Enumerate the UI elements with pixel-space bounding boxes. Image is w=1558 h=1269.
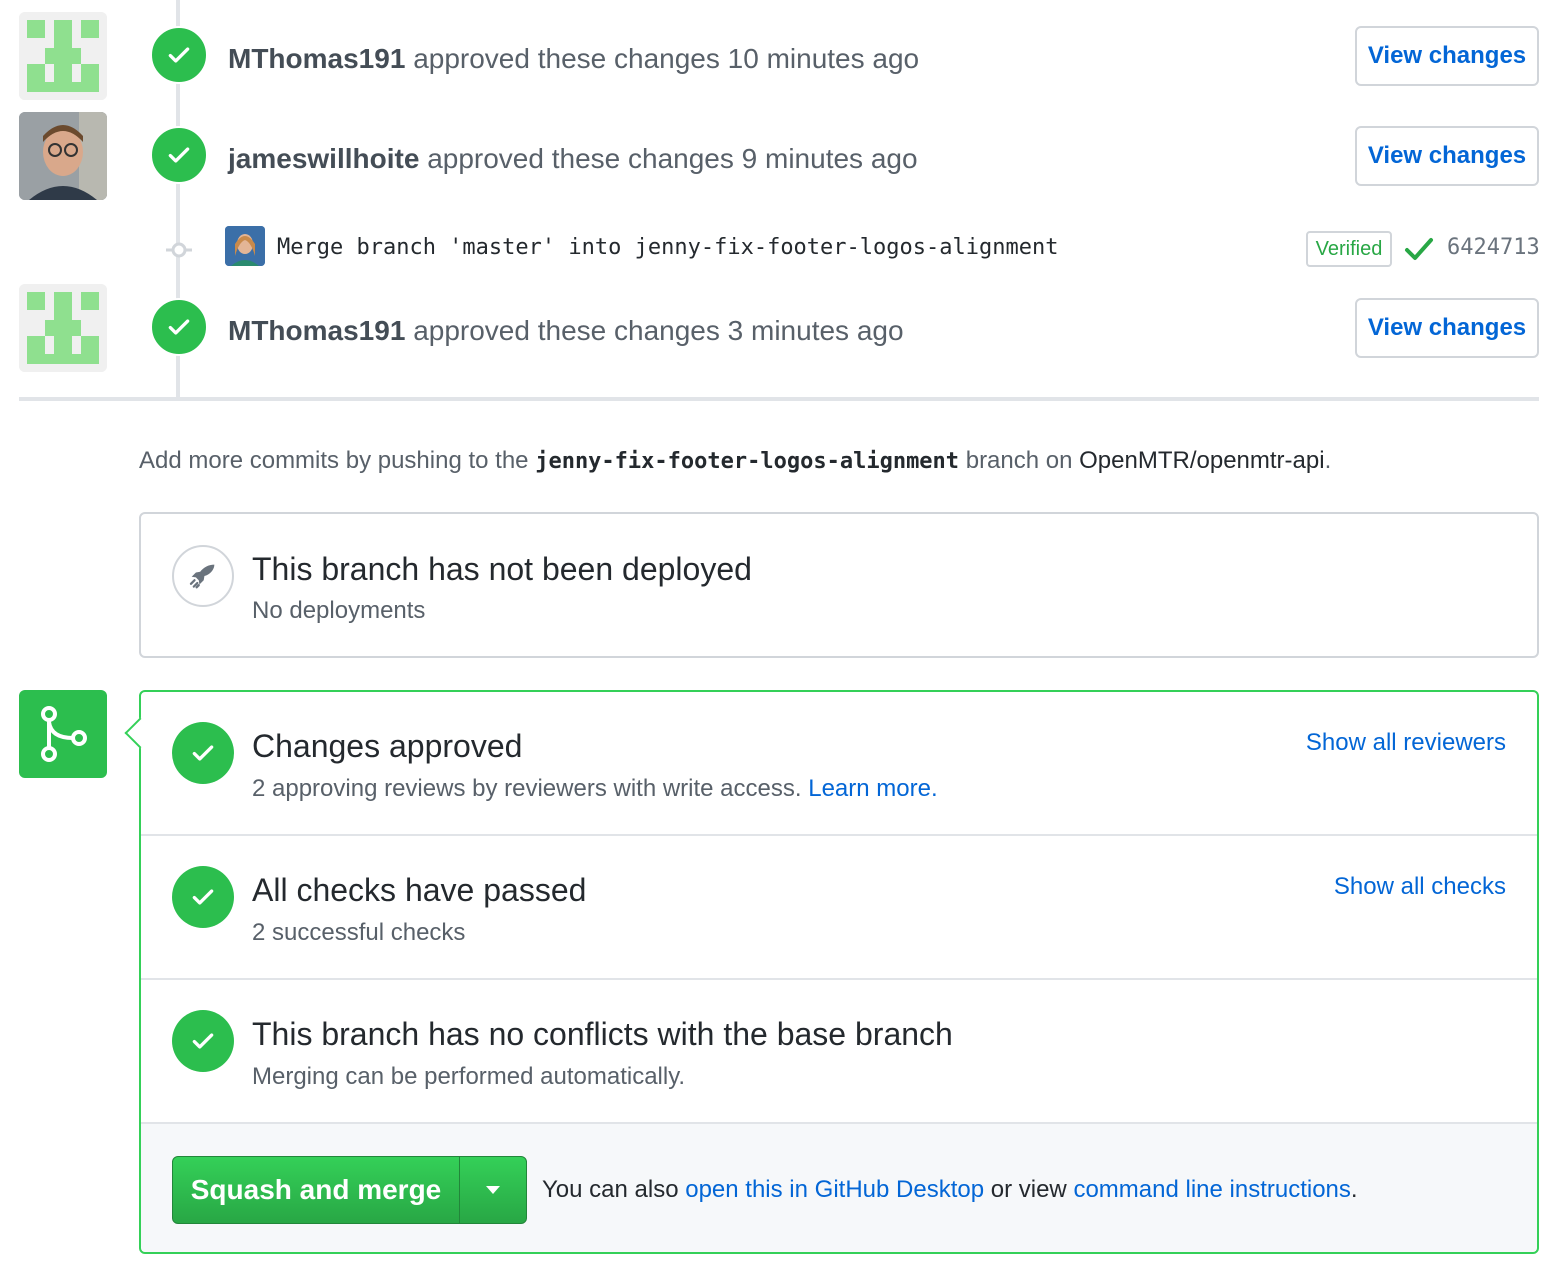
commit-row: Merge branch 'master' into jenny-fix-foo…	[0, 226, 1558, 274]
approved-badge	[150, 26, 208, 84]
commit-sha-link[interactable]: 6424713	[1447, 235, 1540, 260]
review-time[interactable]: 10 minutes ago	[728, 43, 919, 74]
show-all-reviewers-link[interactable]: Show all reviewers	[1306, 729, 1506, 757]
review-author-link[interactable]: jameswillhoite	[228, 143, 419, 174]
avatar-mthomas191[interactable]	[19, 284, 107, 372]
command-line-instructions-link[interactable]: command line instructions	[1073, 1176, 1350, 1203]
section-subtitle: Merging can be performed automatically.	[252, 1063, 686, 1090]
git-merge-icon	[19, 690, 107, 778]
review-action: approved these changes	[413, 315, 720, 346]
approved-badge	[150, 298, 208, 356]
timeline-divider	[19, 397, 1539, 401]
merge-method-dropdown[interactable]	[459, 1156, 527, 1224]
check-icon	[192, 745, 214, 761]
deployment-status-box: This branch has not been deployed No dep…	[139, 512, 1539, 658]
view-changes-button[interactable]: View changes	[1355, 298, 1539, 358]
review-action: approved these changes	[427, 143, 734, 174]
review-event-text: jameswillhoite approved these changes 9 …	[228, 143, 918, 175]
check-icon	[168, 47, 190, 63]
check-icon	[168, 147, 190, 163]
branch-name: jenny-fix-footer-logos-alignment	[535, 449, 960, 474]
review-author-link[interactable]: MThomas191	[228, 315, 405, 346]
section-subtitle-text: 2 approving reviews by reviewers with wr…	[252, 775, 802, 802]
section-title: All checks have passed	[252, 872, 587, 908]
identicon-image	[19, 284, 107, 372]
push-hint: Add more commits by pushing to the jenny…	[139, 447, 1331, 475]
review-author-link[interactable]: MThomas191	[228, 43, 405, 74]
section-subtitle: 2 successful checks	[252, 919, 466, 946]
review-event-text: MThomas191 approved these changes 3 minu…	[228, 315, 904, 347]
rocket-icon	[172, 545, 234, 607]
push-hint-prefix: Add more commits by pushing to the	[139, 447, 529, 474]
verified-badge[interactable]: Verified	[1306, 231, 1392, 267]
review-time[interactable]: 9 minutes ago	[742, 143, 918, 174]
check-icon	[168, 319, 190, 335]
footer-middle: or view	[990, 1176, 1067, 1203]
footer-suffix: .	[1350, 1176, 1358, 1203]
review-action: approved these changes	[413, 43, 720, 74]
merge-section-conflicts: This branch has no conflicts with the ba…	[141, 980, 1537, 1124]
check-icon[interactable]	[1404, 236, 1434, 262]
commit-author-avatar[interactable]	[225, 226, 265, 266]
footer-prefix: You can also	[542, 1176, 679, 1203]
user-photo	[19, 112, 107, 200]
review-time[interactable]: 3 minutes ago	[728, 315, 904, 346]
success-icon	[172, 866, 234, 928]
section-subtitle: 2 approving reviews by reviewers with wr…	[252, 775, 938, 803]
identicon-image	[19, 12, 107, 100]
repo-name: OpenMTR/openmtr-api	[1079, 447, 1325, 474]
show-all-checks-link[interactable]: Show all checks	[1334, 873, 1506, 901]
deployment-subtitle: No deployments	[252, 597, 426, 624]
push-hint-middle: branch on	[965, 447, 1073, 474]
view-changes-button[interactable]: View changes	[1355, 126, 1539, 186]
merge-section-checks: All checks have passed 2 successful chec…	[141, 836, 1537, 980]
success-icon	[172, 722, 234, 784]
check-icon	[192, 889, 214, 905]
check-icon	[192, 1033, 214, 1049]
deployment-title: This branch has not been deployed	[252, 551, 752, 587]
avatar-jameswillhoite[interactable]	[19, 112, 107, 200]
git-commit-icon	[166, 240, 192, 260]
open-github-desktop-link[interactable]: open this in GitHub Desktop	[685, 1176, 984, 1203]
view-changes-button[interactable]: View changes	[1355, 26, 1539, 86]
learn-more-link[interactable]: Learn more.	[808, 775, 937, 802]
triangle-down-icon	[486, 1186, 500, 1194]
merge-footer: Squash and merge You can also open this …	[141, 1124, 1537, 1252]
push-hint-suffix: .	[1324, 447, 1332, 474]
success-icon	[172, 1010, 234, 1072]
review-event-text: MThomas191 approved these changes 10 min…	[228, 43, 919, 75]
merge-status-box: Changes approved 2 approving reviews by …	[124, 690, 1539, 1254]
section-title: Changes approved	[252, 728, 523, 764]
section-title: This branch has no conflicts with the ba…	[252, 1016, 953, 1052]
commit-message-link[interactable]: Merge branch 'master' into jenny-fix-foo…	[277, 235, 1058, 260]
merge-section-reviews: Changes approved 2 approving reviews by …	[141, 692, 1537, 836]
merge-footer-text: You can also open this in GitHub Desktop…	[542, 1176, 1358, 1204]
squash-and-merge-button[interactable]: Squash and merge	[172, 1156, 460, 1224]
approved-badge	[150, 126, 208, 184]
avatar-mthomas191[interactable]	[19, 12, 107, 100]
